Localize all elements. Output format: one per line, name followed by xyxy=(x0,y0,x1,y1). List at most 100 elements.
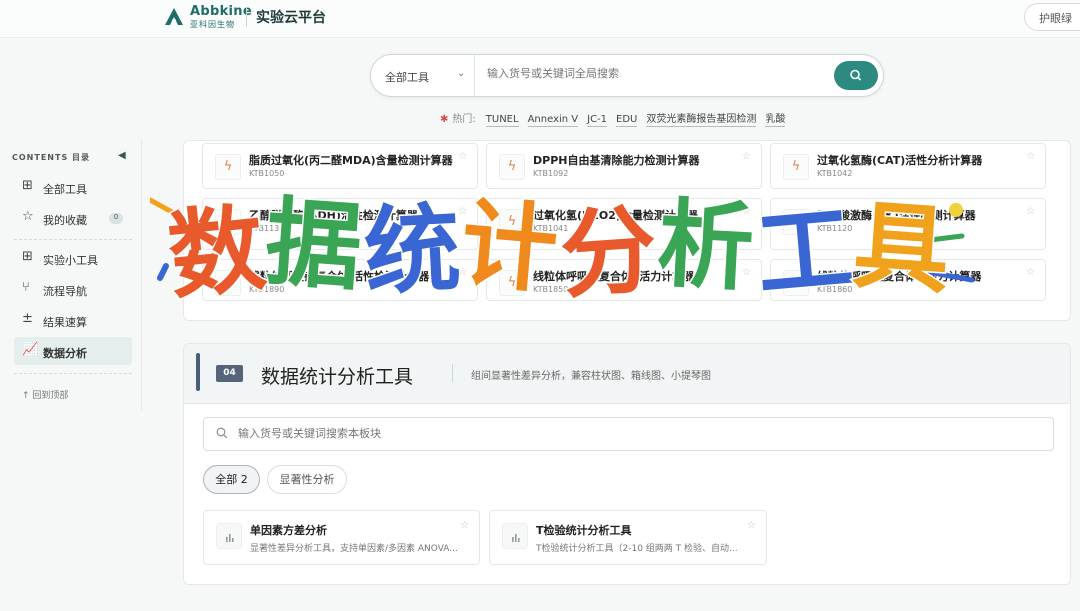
search-icon xyxy=(850,69,862,81)
lightning-icon: ϟ xyxy=(215,209,241,235)
star-icon: ☆ xyxy=(22,209,34,224)
card-code: KTB1850 xyxy=(533,285,569,294)
card-title: 乙醇脱氢酶(ADH)活性检测计算器 xyxy=(249,209,418,222)
sidebar-header: CONTENTS 目录 xyxy=(12,153,90,162)
search-scope-value: 全部工具 xyxy=(385,71,429,84)
filter-chip-all[interactable]: 全部 2 xyxy=(203,465,260,494)
card-code: KTB1890 xyxy=(249,285,285,294)
tool-description: T检验统计分析工具（2-10 组两两 T 检验、自动... xyxy=(536,544,738,554)
bar-chart-icon xyxy=(216,523,242,549)
hot-tag[interactable]: JC-1 xyxy=(587,114,608,127)
sidebar-item-lab-tools[interactable]: ⊞ 实验小工具 xyxy=(14,244,132,272)
hot-tags: ✱ 热门: TUNEL Annexin V JC-1 EDU 双荧光素酶报告基因检测 乳酸 xyxy=(440,110,794,127)
filter-chip-significance[interactable]: 显著性分析 xyxy=(267,465,347,494)
sidebar-item-data-analysis[interactable]: 📈 数据分析 xyxy=(14,337,132,365)
sidebar-divider xyxy=(14,373,132,374)
favorite-star-icon[interactable]: ☆ xyxy=(458,151,467,162)
calculator-card[interactable]: ϟ 过氧化氢(H2O2)含量检测计算器 KTB1041 ☆ xyxy=(486,198,762,250)
global-search-input[interactable] xyxy=(487,67,827,80)
global-search-bar: 全部工具 ⌄ xyxy=(370,54,884,97)
section-number-badge: 04 xyxy=(216,365,243,382)
sidebar-item-flow-nav[interactable]: ⑂ 流程导航 xyxy=(14,275,132,303)
section-accent-bar xyxy=(196,353,200,391)
card-title: DPPH自由基清除能力检测计算器 xyxy=(533,154,700,167)
favorite-star-icon[interactable]: ☆ xyxy=(742,206,751,217)
app-title: 实验云平台 xyxy=(256,10,326,26)
section-divider xyxy=(452,364,453,382)
hot-tag[interactable]: 双荧光素酶报告基因检测 xyxy=(646,110,757,127)
search-icon xyxy=(216,427,228,439)
card-title: 过氧化氢酶(CAT)活性分析计算器 xyxy=(817,154,983,167)
card-code: KTB1092 xyxy=(533,169,569,178)
favorite-star-icon[interactable]: ☆ xyxy=(458,206,467,217)
hot-tag[interactable]: TUNEL xyxy=(485,114,519,127)
favorite-star-icon[interactable]: ☆ xyxy=(742,267,751,278)
card-code: KTB1860 xyxy=(817,285,853,294)
lightning-icon: ϟ xyxy=(783,209,809,235)
card-title: 线粒体呼吸链复合体Ⅲ活力计算器 xyxy=(817,270,982,283)
card-code: KTB1120 xyxy=(817,224,853,233)
sidebar-item-all-tools[interactable]: ⊞ 全部工具 xyxy=(14,173,132,201)
card-title: 线粒体呼吸链复合体Ⅱ活力计算器 xyxy=(533,270,695,283)
calculator-card[interactable]: ϟ 丙酮酸激酶(PK)活性检测计算器 KTB1120 ☆ xyxy=(770,198,1046,250)
chart-line-icon: 📈 xyxy=(22,342,39,357)
flow-icon: ⑂ xyxy=(22,280,30,295)
eye-care-toggle-button[interactable]: 护眼绿 xyxy=(1024,3,1080,31)
section-search-input[interactable] xyxy=(238,427,838,440)
lightning-icon: ϟ xyxy=(499,209,525,235)
sidebar-item-label: 流程导航 xyxy=(43,285,87,298)
search-scope-select[interactable]: 全部工具 ⌄ xyxy=(371,55,475,96)
favorite-star-icon[interactable]: ☆ xyxy=(1026,267,1035,278)
sidebar-item-favorites[interactable]: ☆ 我的收藏 0 xyxy=(14,204,132,232)
logo-name: Abbkine xyxy=(190,4,252,19)
favorite-star-icon[interactable]: ☆ xyxy=(460,520,469,531)
calculator-card[interactable]: ϟ 线粒体呼吸链复合体Ⅲ活力计算器 KTB1860 ☆ xyxy=(770,259,1046,301)
favorite-star-icon[interactable]: ☆ xyxy=(458,267,467,278)
section-description: 组间显著性差异分析，兼容柱状图、箱线图、小提琴图 xyxy=(471,371,711,382)
asterisk-icon: ✱ xyxy=(440,114,449,125)
card-code: KTB1130 xyxy=(249,224,285,233)
chevron-down-icon: ⌄ xyxy=(457,68,466,79)
analysis-tool-card[interactable]: 单因素方差分析 显著性差异分析工具，支持单因素/多因素 ANOVA... ☆ xyxy=(203,510,480,565)
favorite-star-icon[interactable]: ☆ xyxy=(747,520,756,531)
calculator-card[interactable]: ϟ 过氧化氢酶(CAT)活性分析计算器 KTB1042 ☆ xyxy=(770,143,1046,189)
hot-tag[interactable]: 乳酸 xyxy=(765,110,786,127)
hot-tag[interactable]: Annexin V xyxy=(527,114,579,127)
search-button[interactable] xyxy=(834,61,878,90)
analysis-tool-card[interactable]: T检验统计分析工具 T检验统计分析工具（2-10 组两两 T 检验、自动... … xyxy=(489,510,767,565)
grid-icon: ⊞ xyxy=(22,178,33,193)
sidebar-item-quick-calc[interactable]: ± 结果速算 xyxy=(14,306,132,334)
card-title: 脂质过氧化(丙二醛MDA)含量检测计算器 xyxy=(249,154,453,167)
favorites-count-badge: 0 xyxy=(109,213,123,224)
favorite-star-icon[interactable]: ☆ xyxy=(742,151,751,162)
lightning-icon: ϟ xyxy=(783,154,809,180)
card-title: 过氧化氢(H2O2)含量检测计算器 xyxy=(533,209,698,222)
calculator-card[interactable]: ϟ 线粒体呼吸链复合体Ⅰ活性检测计算器 KTB1890 ☆ xyxy=(202,259,478,301)
favorite-star-icon[interactable]: ☆ xyxy=(1026,151,1035,162)
abbkine-logo-icon xyxy=(165,8,183,25)
collapse-icon[interactable]: ◀ xyxy=(118,150,126,161)
favorite-star-icon[interactable]: ☆ xyxy=(1026,206,1035,217)
hot-label: 热门: xyxy=(452,114,476,125)
calculator-card[interactable]: ϟ 线粒体呼吸链复合体Ⅱ活力计算器 KTB1850 ☆ xyxy=(486,259,762,301)
tool-description: 显著性差异分析工具，支持单因素/多因素 ANOVA... xyxy=(250,544,458,554)
calculator-card[interactable]: ϟ 乙醇脱氢酶(ADH)活性检测计算器 KTB1130 ☆ xyxy=(202,198,478,250)
lightning-icon: ϟ xyxy=(215,154,241,180)
section-title: 数据统计分析工具 xyxy=(261,366,414,388)
hot-tag[interactable]: EDU xyxy=(616,114,638,127)
card-code: KTB1042 xyxy=(817,169,853,178)
sidebar-item-label: 全部工具 xyxy=(43,183,87,196)
lightning-icon: ϟ xyxy=(499,154,525,180)
sidebar-item-label: 实验小工具 xyxy=(43,254,98,267)
apps-icon: ⊞ xyxy=(22,249,33,264)
calculator-card[interactable]: ϟ DPPH自由基清除能力检测计算器 KTB1092 ☆ xyxy=(486,143,762,189)
back-to-top-link[interactable]: ↑ 回到顶部 xyxy=(22,388,68,401)
card-code: KTB1041 xyxy=(533,224,569,233)
calculator-card[interactable]: ϟ 脂质过氧化(丙二醛MDA)含量检测计算器 KTB1050 ☆ xyxy=(202,143,478,189)
calc-icon: ± xyxy=(22,311,33,326)
lightning-icon: ϟ xyxy=(215,270,241,296)
sidebar-item-label: 结果速算 xyxy=(43,316,87,329)
section-header: 04 数据统计分析工具 组间显著性差异分析，兼容柱状图、箱线图、小提琴图 xyxy=(184,344,1070,404)
contents-sidebar: CONTENTS 目录 ◀ ⊞ 全部工具 ☆ 我的收藏 0 ⊞ 实验小工具 ⑂ … xyxy=(0,140,142,410)
logo-divider xyxy=(246,7,247,27)
